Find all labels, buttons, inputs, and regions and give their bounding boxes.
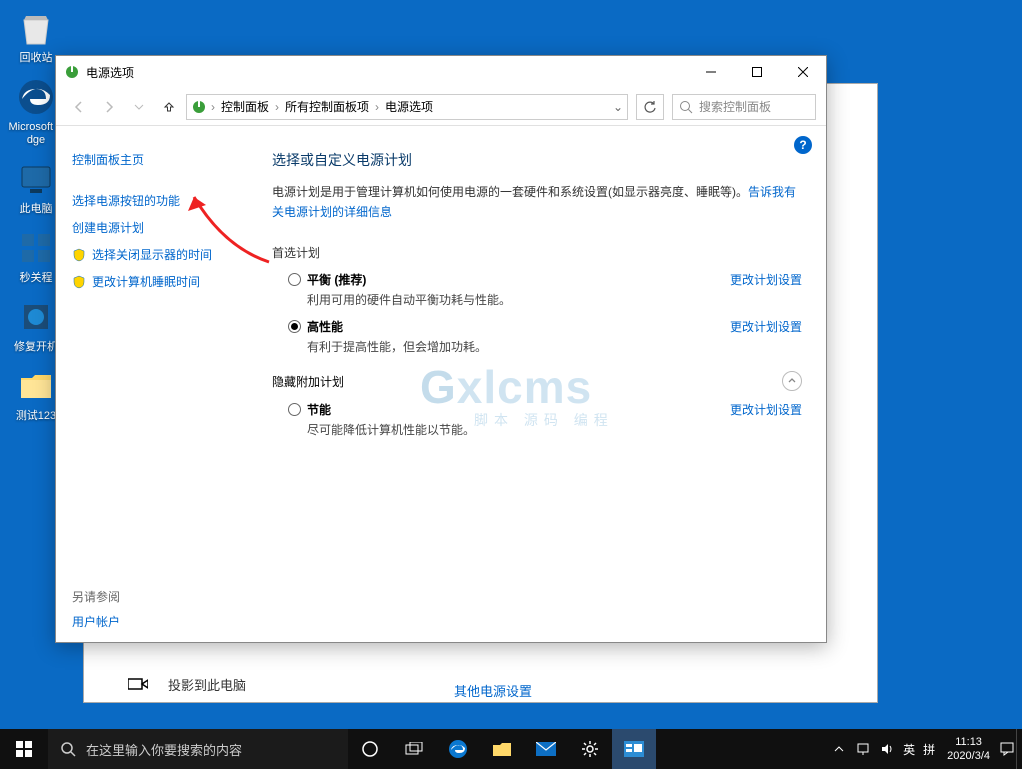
see-also: 另请参阅 用户帐户	[72, 588, 120, 630]
sidebar-link-power-button[interactable]: 选择电源按钮的功能	[72, 187, 240, 214]
taskbar-mail[interactable]	[524, 729, 568, 769]
change-plan-link[interactable]: 更改计划设置	[730, 401, 802, 418]
taskbar-cortana[interactable]	[348, 729, 392, 769]
taskbar-edge[interactable]	[436, 729, 480, 769]
tray-network-icon[interactable]	[851, 729, 875, 769]
maximize-button[interactable]	[734, 56, 780, 88]
title-icon	[64, 64, 80, 80]
change-plan-link[interactable]: 更改计划设置	[730, 271, 802, 288]
close-button[interactable]	[780, 56, 826, 88]
sidebar: 控制面板主页 选择电源按钮的功能 创建电源计划 选择关闭显示器的时间 更改计算机…	[56, 126, 256, 642]
shield-icon	[72, 275, 86, 289]
radio-high-perf[interactable]	[288, 320, 301, 333]
nav-forward-button[interactable]	[96, 94, 122, 120]
tray-ime-mode[interactable]: 拼	[919, 741, 939, 758]
nav-back-button[interactable]	[66, 94, 92, 120]
taskbar-taskview[interactable]	[392, 729, 436, 769]
sidebar-link-create-plan[interactable]: 创建电源计划	[72, 214, 240, 241]
nav-up-button[interactable]	[156, 94, 182, 120]
search-input[interactable]: 搜索控制面板	[672, 94, 816, 120]
tray-clock[interactable]: 11:13 2020/3/4	[939, 735, 998, 763]
taskbar-search[interactable]: 在这里输入你要搜索的内容	[48, 729, 348, 769]
project-label[interactable]: 投影到此电脑	[168, 675, 246, 694]
shield-icon	[72, 248, 86, 262]
sidebar-link-display-off[interactable]: 选择关闭显示器的时间	[72, 241, 240, 268]
nav-recent-button[interactable]	[126, 94, 152, 120]
navbar: ›控制面板 ›所有控制面板项 ›电源选项 ⌄ 搜索控制面板	[56, 88, 826, 126]
see-also-user-accounts[interactable]: 用户帐户	[72, 613, 120, 630]
content-area: 选择或自定义电源计划 电源计划是用于管理计算机如何使用电源的一套硬件和系统设置(…	[256, 126, 826, 642]
show-desktop-button[interactable]	[1016, 729, 1022, 769]
search-icon	[679, 100, 693, 114]
window-title: 电源选项	[86, 64, 134, 81]
tray-notifications-icon[interactable]	[998, 729, 1016, 769]
search-icon	[60, 741, 76, 757]
project-icon	[128, 677, 148, 693]
taskbar: 在这里输入你要搜索的内容 英 拼 11:13 2020/3/4	[0, 729, 1022, 769]
power-plan-high-perf: 高性能 有利于提高性能，但会增加功耗。 更改计划设置	[288, 318, 802, 355]
tray-ime-lang[interactable]: 英	[899, 741, 919, 758]
page-heading: 选择或自定义电源计划	[272, 150, 802, 170]
taskbar-controlpanel[interactable]	[612, 729, 656, 769]
control-panel-window: 电源选项 ›控制面板 ›所有控制面板项 ›电源选项 ⌄ 搜索控制面板	[55, 55, 827, 643]
power-plan-saver: 节能 尽可能降低计算机性能以节能。 更改计划设置	[288, 401, 802, 438]
minimize-button[interactable]	[688, 56, 734, 88]
address-icon	[191, 99, 207, 115]
collapse-button[interactable]	[782, 371, 802, 391]
hidden-plans-header: 隐藏附加计划	[272, 371, 802, 391]
address-bar[interactable]: ›控制面板 ›所有控制面板项 ›电源选项 ⌄	[186, 94, 628, 120]
start-button[interactable]	[0, 729, 48, 769]
radio-saver[interactable]	[288, 403, 301, 416]
system-tray: 英 拼 11:13 2020/3/4	[827, 729, 1022, 769]
change-plan-link[interactable]: 更改计划设置	[730, 318, 802, 335]
preferred-plans-header: 首选计划	[272, 244, 802, 261]
refresh-button[interactable]	[636, 94, 664, 120]
radio-balanced[interactable]	[288, 273, 301, 286]
sidebar-home-link[interactable]: 控制面板主页	[72, 146, 240, 173]
titlebar: 电源选项	[56, 56, 826, 88]
taskbar-explorer[interactable]	[480, 729, 524, 769]
tray-volume-icon[interactable]	[875, 729, 899, 769]
other-power-link[interactable]: 其他电源设置	[454, 681, 532, 700]
intro-text: 电源计划是用于管理计算机如何使用电源的一套硬件和系统设置(如显示器亮度、睡眠等)…	[272, 182, 802, 222]
power-plan-balanced: 平衡 (推荐) 利用可用的硬件自动平衡功耗与性能。 更改计划设置	[288, 271, 802, 308]
taskbar-settings[interactable]	[568, 729, 612, 769]
sidebar-link-sleep[interactable]: 更改计算机睡眠时间	[72, 268, 240, 295]
tray-expand-icon[interactable]	[827, 729, 851, 769]
address-dropdown-icon[interactable]: ⌄	[613, 100, 623, 114]
